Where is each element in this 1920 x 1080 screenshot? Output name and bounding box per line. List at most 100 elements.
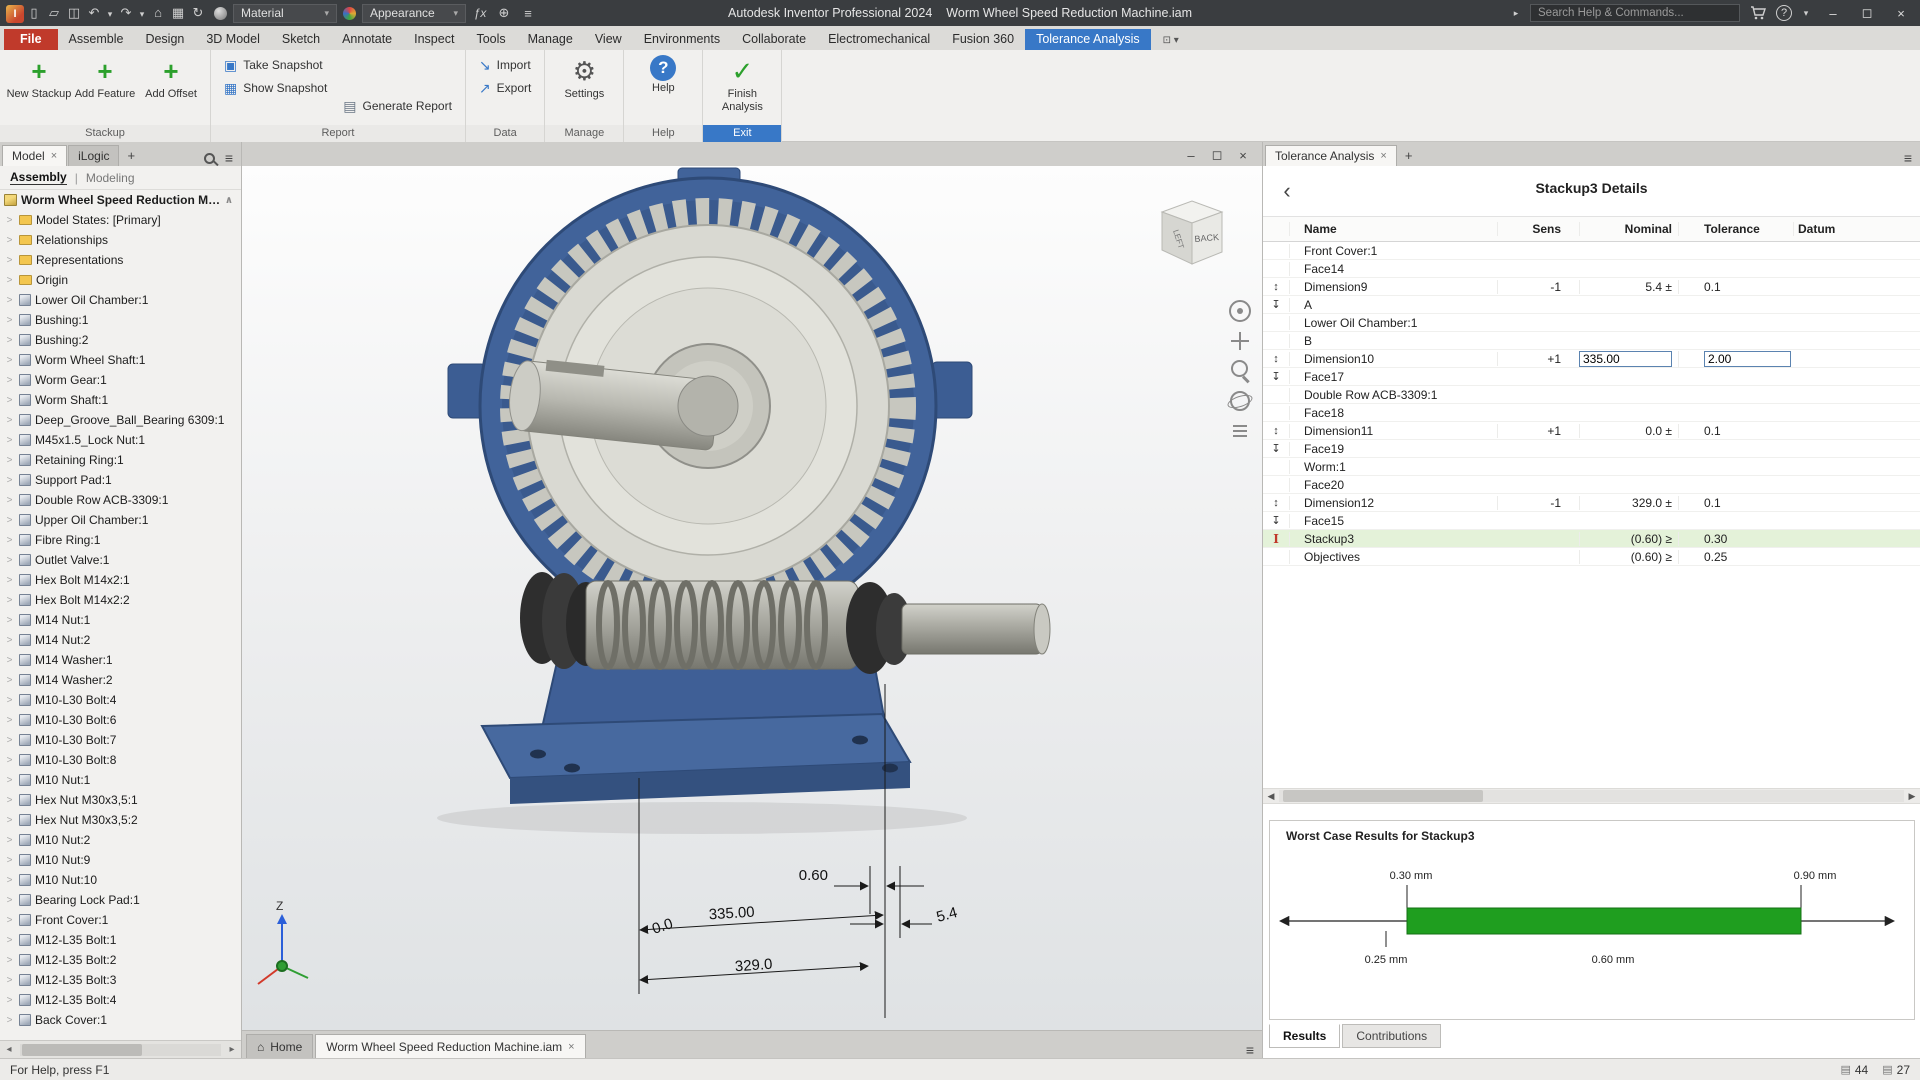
tolerance-row-stackup3[interactable]: IStackup3(0.60) ≥0.30 — [1263, 530, 1920, 548]
ribbon-tab-tolerance-analysis[interactable]: Tolerance Analysis — [1025, 29, 1151, 50]
scrollbar-thumb[interactable] — [1283, 790, 1483, 802]
tab-contributions[interactable]: Contributions — [1342, 1024, 1441, 1048]
browser-node-m14-washer-2[interactable]: >M14 Washer:2 — [0, 670, 241, 690]
expand-chevron-icon[interactable]: > — [4, 715, 15, 726]
ribbon-tab-design[interactable]: Design — [134, 29, 195, 50]
tolerance-row-face14[interactable]: Face14 — [1263, 260, 1920, 278]
expand-chevron-icon[interactable]: > — [4, 215, 15, 226]
settings-button[interactable]: ⚙Settings — [551, 52, 617, 104]
expand-chevron-icon[interactable]: > — [4, 595, 15, 606]
expand-chevron-icon[interactable]: > — [4, 855, 15, 866]
tolerance-row-face20[interactable]: Face20 — [1263, 476, 1920, 494]
scrollbar-track[interactable] — [20, 1044, 221, 1056]
redo-icon[interactable]: ↷ — [116, 3, 136, 23]
browser-menu-icon[interactable]: ≡ — [225, 150, 233, 166]
document-tab-worm-wheel-speed-reduction-machine-iam[interactable]: Worm Wheel Speed Reduction Machine.iam× — [315, 1034, 585, 1058]
table-horizontal-scrollbar[interactable]: ◀ ▶ — [1263, 788, 1920, 804]
browser-node-representations[interactable]: >Representations — [0, 250, 241, 270]
generate-report-button[interactable]: ▤Generate Report — [336, 96, 459, 116]
ribbon-tab-assemble[interactable]: Assemble — [58, 29, 135, 50]
tolerance-input[interactable] — [1704, 351, 1791, 367]
browser-node-hex-nut-m30x3-5-2[interactable]: >Hex Nut M30x3,5:2 — [0, 810, 241, 830]
help-search-input[interactable] — [1530, 4, 1740, 22]
doc-close-icon[interactable]: × — [1230, 144, 1256, 166]
browser-node-m12-l35-bolt-2[interactable]: >M12-L35 Bolt:2 — [0, 950, 241, 970]
expand-chevron-icon[interactable]: > — [4, 515, 15, 526]
open-file-icon[interactable]: ▱ — [44, 3, 64, 23]
browser-node-support-pad-1[interactable]: >Support Pad:1 — [0, 470, 241, 490]
mode-assembly[interactable]: Assembly — [10, 170, 67, 185]
browser-node-origin[interactable]: >Origin — [0, 270, 241, 290]
doc-tab-menu-icon[interactable]: ≡ — [1246, 1042, 1254, 1058]
ribbon-tab-fusion-360[interactable]: Fusion 360 — [941, 29, 1025, 50]
ribbon-tab-manage[interactable]: Manage — [517, 29, 584, 50]
expand-chevron-icon[interactable]: > — [4, 475, 15, 486]
expand-chevron-icon[interactable]: > — [4, 275, 15, 286]
ribbon-tab-collaborate[interactable]: Collaborate — [731, 29, 817, 50]
expand-chevron-icon[interactable]: > — [4, 255, 15, 266]
tolerance-row-double-row-acb-3309-1[interactable]: Double Row ACB-3309:1 — [1263, 386, 1920, 404]
expand-chevron-icon[interactable]: > — [4, 495, 15, 506]
browser-node-fibre-ring-1[interactable]: >Fibre Ring:1 — [0, 530, 241, 550]
mode-modeling[interactable]: Modeling — [86, 171, 135, 185]
tolerance-row-face17[interactable]: ↧Face17 — [1263, 368, 1920, 386]
panel-tab-ilogic[interactable]: iLogic — [68, 145, 119, 166]
expand-chevron-icon[interactable]: > — [4, 315, 15, 326]
expand-chevron-icon[interactable]: > — [4, 535, 15, 546]
help-button[interactable]: ?Help — [630, 52, 696, 98]
browser-node-double-row-acb-3309-1[interactable]: >Double Row ACB-3309:1 — [0, 490, 241, 510]
panel-menu-icon[interactable]: ≡ — [1904, 150, 1912, 166]
browser-node-model-states-primary[interactable]: >Model States: [Primary] — [0, 210, 241, 230]
app-logo-icon[interactable]: I — [6, 5, 24, 23]
save-icon[interactable]: ◫ — [64, 3, 84, 23]
chevron-down-icon[interactable]: ▾ — [1800, 3, 1812, 23]
browser-node-m10-nut-10[interactable]: >M10 Nut:10 — [0, 870, 241, 890]
undo-icon[interactable]: ↶ — [84, 3, 104, 23]
scrollbar-thumb[interactable] — [22, 1044, 142, 1056]
expand-chevron-icon[interactable]: > — [4, 835, 15, 846]
ribbon-tab-file[interactable]: File — [4, 29, 58, 50]
browser-node-m14-washer-1[interactable]: >M14 Washer:1 — [0, 650, 241, 670]
expand-chevron-icon[interactable]: > — [4, 895, 15, 906]
ribbon-tab-electromechanical[interactable]: Electromechanical — [817, 29, 941, 50]
expand-chevron-icon[interactable]: > — [4, 935, 15, 946]
browser-node-retaining-ring-1[interactable]: >Retaining Ring:1 — [0, 450, 241, 470]
expand-chevron-icon[interactable]: > — [4, 815, 15, 826]
browser-node-hex-bolt-m14x2-2[interactable]: >Hex Bolt M14x2:2 — [0, 590, 241, 610]
ribbon-tab-view[interactable]: View — [584, 29, 633, 50]
expand-chevron-icon[interactable]: > — [4, 795, 15, 806]
search-icon[interactable] — [204, 153, 215, 164]
ribbon-tab-tools[interactable]: Tools — [465, 29, 516, 50]
tolerance-row-dimension11[interactable]: ↕Dimension11+10.0 ±0.1 — [1263, 422, 1920, 440]
material-select[interactable]: Material ▾ — [233, 4, 337, 23]
store-cart-icon[interactable] — [1748, 3, 1768, 23]
scrollbar-track[interactable] — [1279, 790, 1904, 802]
search-expand-icon[interactable]: ▸ — [1510, 3, 1522, 23]
expand-chevron-icon[interactable]: > — [4, 395, 15, 406]
appearance-select[interactable]: Appearance ▾ — [362, 4, 466, 23]
expand-chevron-icon[interactable]: > — [4, 355, 15, 366]
update-icon[interactable]: ↻ — [188, 3, 208, 23]
expand-chevron-icon[interactable]: > — [4, 335, 15, 346]
add-icon[interactable]: ⊕ — [494, 3, 514, 23]
close-tab-icon[interactable]: × — [568, 1041, 574, 1053]
browser-node-hex-nut-m30x3-5-1[interactable]: >Hex Nut M30x3,5:1 — [0, 790, 241, 810]
browser-node-deep-groove-ball-bearing-6309-1[interactable]: >Deep_Groove_Ball_Bearing 6309:1 — [0, 410, 241, 430]
new-stackup-button[interactable]: +New Stackup — [6, 52, 72, 104]
sketch-icon[interactable]: ▦ — [168, 3, 188, 23]
browser-node-worm-gear-1[interactable]: >Worm Gear:1 — [0, 370, 241, 390]
scroll-right-icon[interactable]: ▸ — [223, 1044, 241, 1055]
browser-node-back-cover-1[interactable]: >Back Cover:1 — [0, 1010, 241, 1030]
expand-chevron-icon[interactable]: > — [4, 955, 15, 966]
browser-node-m10-l30-bolt-4[interactable]: >M10-L30 Bolt:4 — [0, 690, 241, 710]
browser-node-worm-shaft-1[interactable]: >Worm Shaft:1 — [0, 390, 241, 410]
browser-node-bearing-lock-pad-1[interactable]: >Bearing Lock Pad:1 — [0, 890, 241, 910]
undo-dropdown-icon[interactable]: ▾ — [104, 4, 116, 24]
expand-chevron-icon[interactable]: > — [4, 1015, 15, 1026]
close-icon[interactable]: × — [1888, 2, 1914, 24]
browser-node-m10-l30-bolt-6[interactable]: >M10-L30 Bolt:6 — [0, 710, 241, 730]
collapse-all-icon[interactable]: ∧ — [225, 195, 233, 206]
expand-chevron-icon[interactable]: > — [4, 555, 15, 566]
3d-model-canvas[interactable]: 0.60 335.00 0.0 5.4 329.0 Z — [242, 166, 1262, 1030]
browser-node-m10-nut-1[interactable]: >M10 Nut:1 — [0, 770, 241, 790]
